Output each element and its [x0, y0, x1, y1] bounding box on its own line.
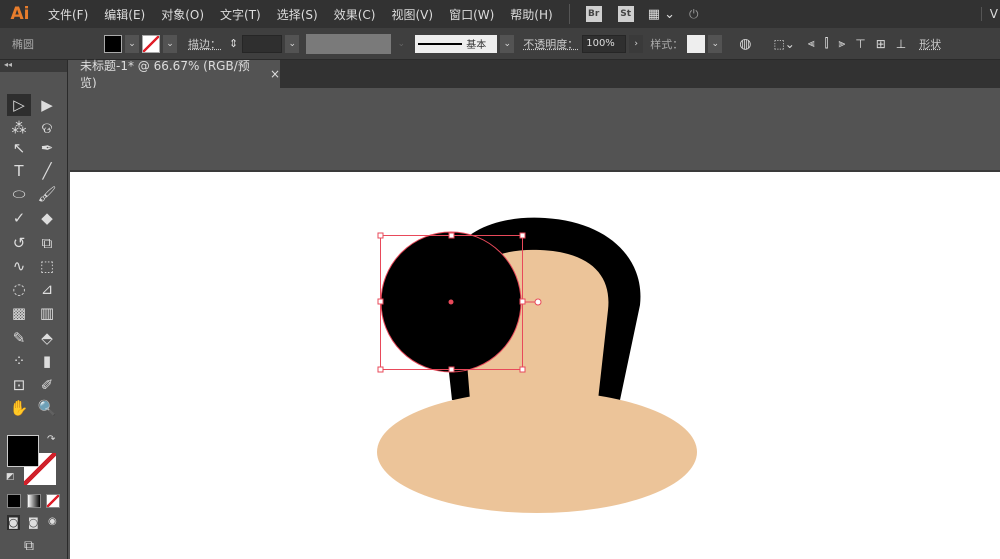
fill-color-box[interactable]	[7, 435, 39, 467]
artwork	[377, 217, 697, 513]
body-ellipse[interactable]	[377, 391, 697, 513]
